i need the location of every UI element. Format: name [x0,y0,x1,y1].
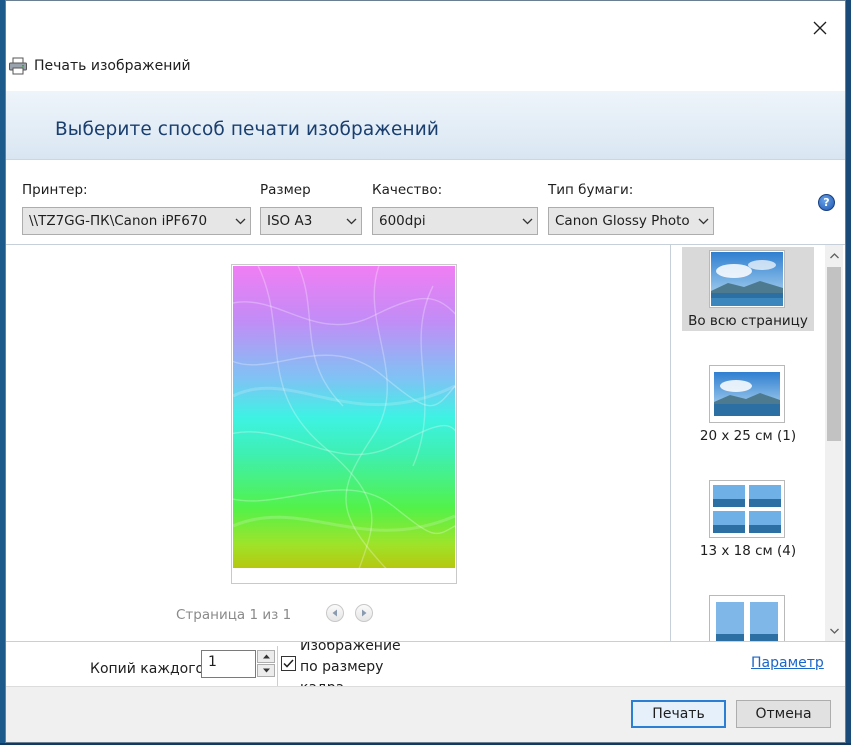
arrow-left-icon [332,609,337,617]
layout-20x25[interactable]: 20 х 25 см (1) [682,362,814,446]
copies-label: Копий каждого [90,661,205,677]
window-title: Печать изображений [34,58,191,74]
layout-wallet[interactable] [682,592,814,641]
quality-value: 600dpi [379,213,426,229]
triangle-up-icon [262,654,270,659]
options-bar: Копий каждого 1 Изображение по размеру к… [6,641,845,686]
close-icon [813,21,827,35]
fit-to-frame-label: Изображение по размеру кадра [300,642,401,686]
preview-texture [233,266,455,568]
scroll-down-button[interactable] [825,622,843,639]
scroll-up-button[interactable] [825,247,843,264]
layout-thumb-20x25 [709,365,785,423]
next-page-button[interactable] [355,604,373,622]
options-link[interactable]: Параметр [751,655,824,671]
quality-select[interactable]: 600dpi [372,207,538,235]
triangle-down-icon [262,668,270,673]
chevron-down-icon [346,218,356,224]
print-settings-row: Принтер: \\TZ7GG-ПК\Canon iPF670 Размер … [6,161,845,245]
header-band: Выберите способ печати изображений [6,91,845,160]
paper-type-select[interactable]: Canon Glossy Photo Paper [548,207,714,235]
print-button[interactable]: Печать [631,700,726,728]
decrease-copies-button[interactable] [257,664,275,677]
print-pictures-dialog: Печать изображений Выберите способ печат… [5,0,846,743]
layout-full-page[interactable]: Во всю страницу [682,247,814,331]
landscape-photo-icon [711,252,783,306]
chevron-down-icon [235,218,245,224]
printer-value: \\TZ7GG-ПК\Canon iPF670 [29,213,208,229]
landscape-photo-icon [714,372,780,416]
page-preview [231,264,457,584]
dialog-footer: Печать Отмена [6,686,845,742]
chevron-down-icon [522,218,532,224]
layout-thumb-wallet [709,595,785,641]
layout-list: Во всю страницу 20 х 25 см (1) 13 х 18 с… [671,245,825,641]
printer-icon [9,57,27,75]
fit-to-frame-checkbox[interactable] [281,656,296,671]
paper-type-value: Canon Glossy Photo Paper [555,213,693,229]
four-photos-icon [713,485,781,533]
layout-label-20x25: 20 х 25 см (1) [699,428,797,444]
chevron-up-icon [829,252,839,258]
copies-spinner [257,650,275,678]
layout-label-full-page: Во всю страницу [688,313,808,329]
preview-pane: Страница 1 из 1 [6,245,670,641]
printer-select[interactable]: \\TZ7GG-ПК\Canon iPF670 [22,207,251,235]
size-select[interactable]: ISO A3 [260,207,362,235]
preview-image [233,266,455,568]
page-counter: Страница 1 из 1 [176,607,292,623]
layout-13x18[interactable]: 13 х 18 см (4) [682,477,814,561]
layout-thumb-13x18 [709,480,785,538]
desktop-edge-right [846,0,851,745]
quality-label: Качество: [372,182,443,198]
copies-input[interactable]: 1 [201,650,256,678]
previous-page-button[interactable] [326,604,344,622]
options-separator [277,646,278,686]
increase-copies-button[interactable] [257,650,275,663]
checkmark-icon [283,659,294,668]
help-icon[interactable]: ? [818,194,835,211]
arrow-right-icon [362,609,367,617]
cancel-button[interactable]: Отмена [736,700,831,728]
layout-scrollbar[interactable] [825,245,843,641]
fit-to-frame-label-area: Изображение по размеру кадра [300,642,420,686]
layout-thumb-full-page [709,250,785,308]
chevron-down-icon [698,218,708,224]
printer-label: Принтер: [22,182,88,198]
size-label: Размер [260,182,311,198]
title-bar: Печать изображений [6,51,845,81]
chevron-down-icon [829,628,839,634]
scroll-thumb[interactable] [827,267,841,441]
size-value: ISO A3 [267,213,313,229]
page-heading: Выберите способ печати изображений [55,119,439,140]
paper-type-label: Тип бумаги: [548,182,634,198]
close-button[interactable] [803,11,837,45]
pager: Страница 1 из 1 [176,604,396,625]
layout-label-13x18: 13 х 18 см (4) [699,543,797,559]
portrait-photos-icon [716,602,778,641]
